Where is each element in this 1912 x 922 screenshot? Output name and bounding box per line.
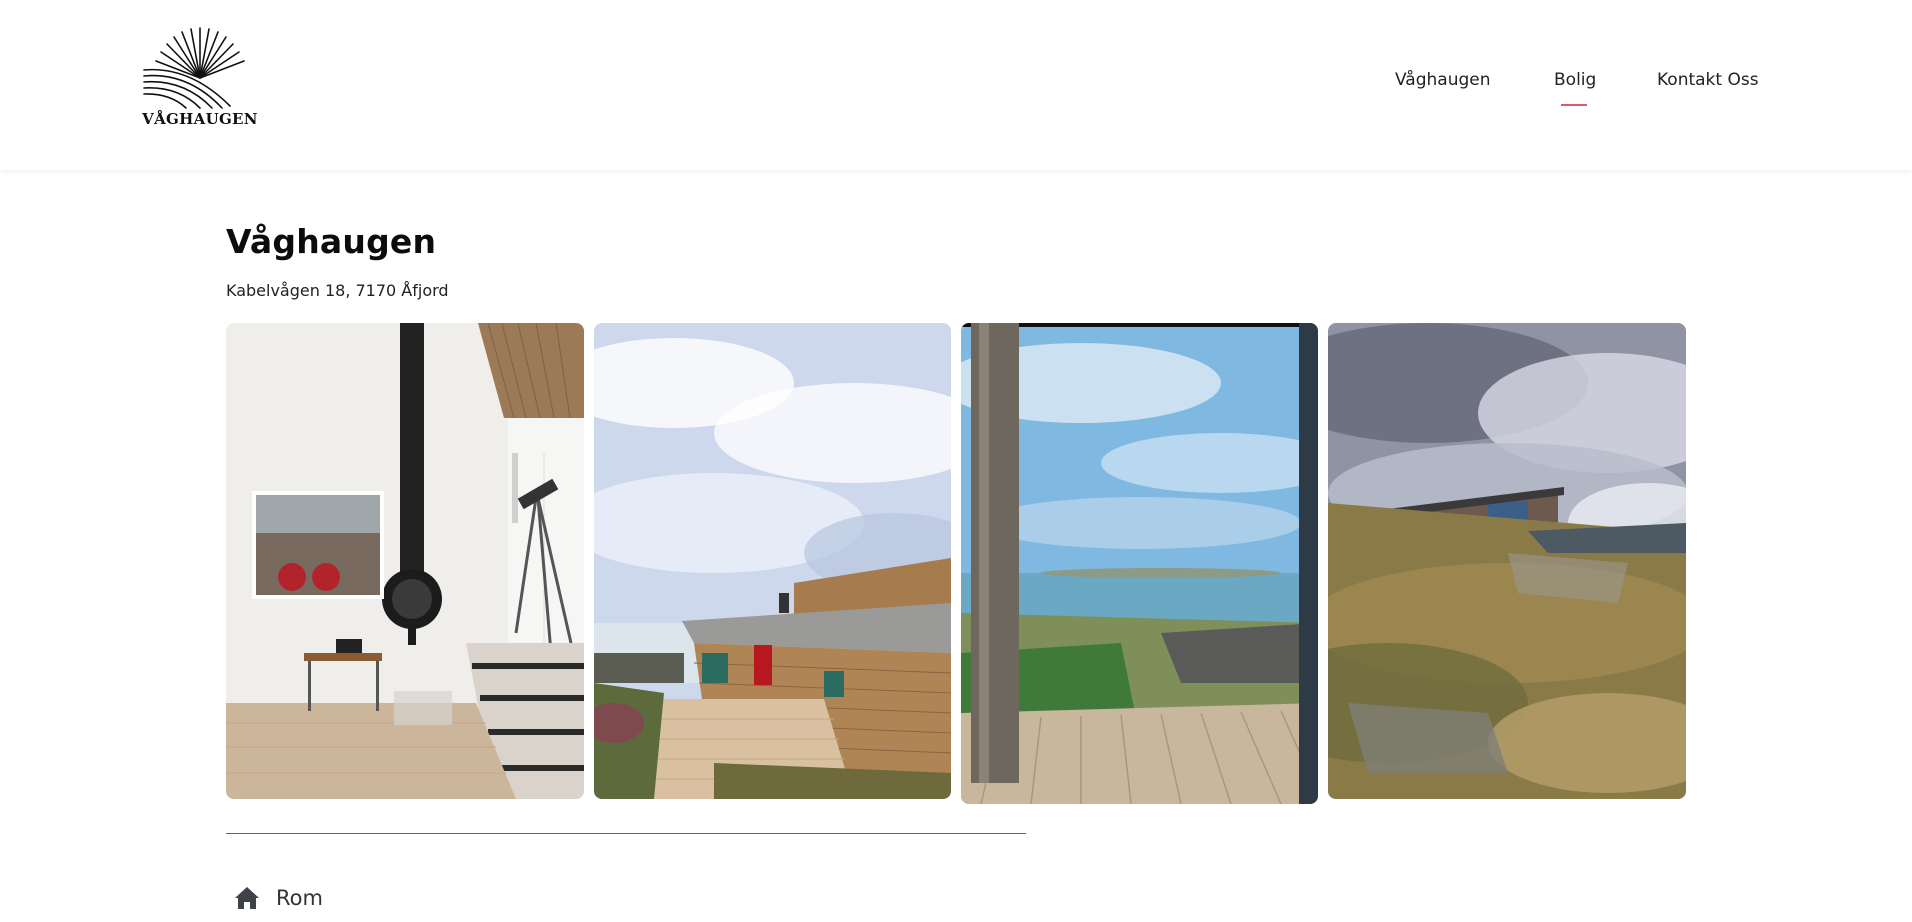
gallery-photo-interior[interactable]: [226, 323, 584, 799]
section-divider: [226, 833, 1026, 834]
site-header: VÅGHAUGEN Våghaugen Bolig Kontakt Oss: [0, 0, 1912, 170]
section-title-rom: Rom: [276, 886, 323, 910]
gallery-photo-moorland[interactable]: [1328, 323, 1686, 799]
nav-link-kontakt-oss[interactable]: Kontakt Oss: [1657, 70, 1759, 90]
active-nav-indicator: [1561, 104, 1587, 106]
home-icon: [235, 887, 259, 909]
nav-link-bolig[interactable]: Bolig: [1554, 70, 1596, 90]
main-nav: Våghaugen Bolig Kontakt Oss: [0, 70, 1912, 110]
property-address: Kabelvågen 18, 7170 Åfjord: [226, 281, 449, 300]
page-title: Våghaugen: [226, 222, 437, 261]
nav-link-vaghaugen[interactable]: Våghaugen: [1395, 70, 1491, 90]
gallery-photo-cabin-exterior[interactable]: [594, 323, 951, 799]
gallery-photo-sea-view[interactable]: [961, 323, 1318, 804]
logo-wordmark: VÅGHAUGEN: [142, 110, 258, 128]
